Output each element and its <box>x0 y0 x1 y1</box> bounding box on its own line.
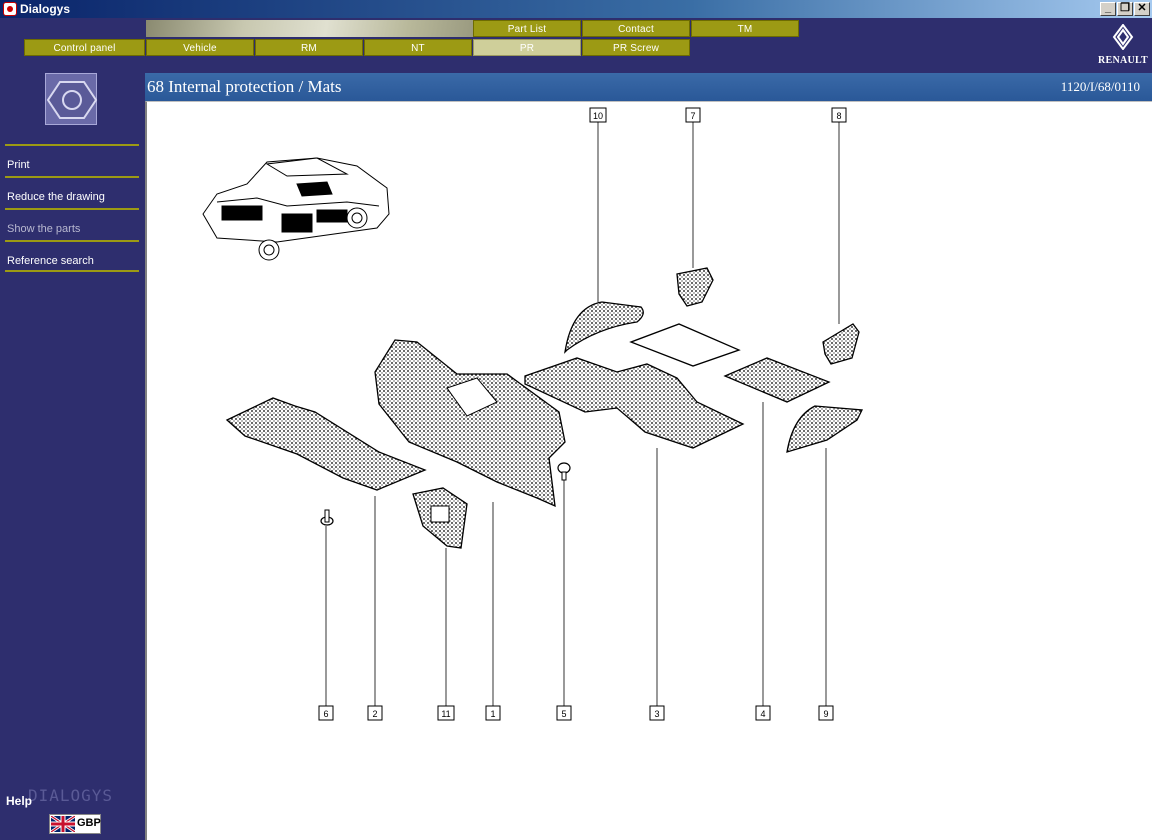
sidebar-divider <box>5 270 139 272</box>
svg-text:6: 6 <box>323 709 328 719</box>
svg-text:4: 4 <box>760 709 765 719</box>
nav-vehicle[interactable]: Vehicle <box>146 39 254 56</box>
sidebar-item-reference-search[interactable]: Reference search <box>5 240 139 272</box>
callout-5[interactable]: 5 <box>556 705 572 721</box>
nav-tm[interactable]: TM <box>691 20 799 37</box>
sidebar-item-print[interactable]: Print <box>5 144 139 176</box>
nav-pr-screw[interactable]: PR Screw <box>582 39 690 56</box>
drawing-reference: 1120/I/68/0110 <box>1060 79 1140 94</box>
part-1-shape <box>374 339 566 508</box>
currency-label: GBP <box>77 817 101 829</box>
callout-11[interactable]: 11 <box>437 705 455 721</box>
dialogys-watermark: DIALOGYS <box>28 786 114 805</box>
rear-floor-mat-shape <box>629 323 741 367</box>
renault-diamond-icon <box>1112 23 1134 51</box>
svg-text:1: 1 <box>490 709 495 719</box>
car-overview-thumbnail <box>202 157 390 261</box>
exploded-drawing: 10 7 8 6 2 11 1 5 3 4 9 <box>145 101 1152 840</box>
svg-text:10: 10 <box>593 111 603 121</box>
callout-9[interactable]: 9 <box>818 705 834 721</box>
nav-part-list[interactable]: Part List <box>473 20 581 37</box>
minimize-button[interactable]: _ <box>1100 2 1116 16</box>
language-currency-button[interactable]: GBP <box>49 814 101 834</box>
callout-1[interactable]: 1 <box>485 705 501 721</box>
page-title: 68 Internal protection / Mats <box>147 77 342 96</box>
page-header: 68 Internal protection / Mats 1120/I/68/… <box>145 73 1152 101</box>
nav-pr[interactable]: PR <box>473 39 581 56</box>
restore-button[interactable]: ❐ <box>1117 2 1133 16</box>
app-icon <box>3 2 17 16</box>
close-button[interactable]: ✕ <box>1134 2 1150 16</box>
callout-10[interactable]: 10 <box>589 107 607 123</box>
callout-3[interactable]: 3 <box>649 705 665 721</box>
uk-flag-icon <box>51 816 75 832</box>
callout-2[interactable]: 2 <box>367 705 383 721</box>
hex-nut-icon <box>45 73 98 125</box>
window-title: Dialogys <box>20 2 71 16</box>
part-4-shape <box>723 357 831 403</box>
part-6-clip <box>320 509 334 526</box>
nav-rm[interactable]: RM <box>255 39 363 56</box>
part-8-shape <box>822 323 860 365</box>
svg-text:7: 7 <box>690 111 695 121</box>
sidebar: Print Reduce the drawing Show the parts … <box>0 73 145 840</box>
callout-4[interactable]: 4 <box>755 705 771 721</box>
part-5-clip <box>557 462 571 481</box>
window-titlebar: Dialogys _ ❐ ✕ <box>0 0 1152 18</box>
help-link[interactable]: Help <box>6 794 32 808</box>
renault-wordmark: RENAULT <box>1097 55 1149 66</box>
svg-text:5: 5 <box>561 709 566 719</box>
sidebar-item-reduce-drawing[interactable]: Reduce the drawing <box>5 176 139 208</box>
svg-text:9: 9 <box>823 709 828 719</box>
callout-7[interactable]: 7 <box>685 107 701 123</box>
part-10-shape <box>564 301 644 354</box>
renault-logo: RENAULT <box>1096 23 1150 68</box>
callout-6[interactable]: 6 <box>318 705 334 721</box>
svg-text:3: 3 <box>654 709 659 719</box>
nav-contact[interactable]: Contact <box>582 20 690 37</box>
parts-drawing-svg: 10 7 8 6 2 11 1 5 3 4 9 <box>202 107 864 721</box>
svg-text:11: 11 <box>441 709 450 719</box>
nav-control-panel[interactable]: Control panel <box>24 39 145 56</box>
svg-text:2: 2 <box>372 709 377 719</box>
part-11-cutout <box>430 505 450 523</box>
svg-text:8: 8 <box>836 111 841 121</box>
nav-nt[interactable]: NT <box>364 39 472 56</box>
part-9-shape <box>786 405 864 453</box>
sidebar-item-show-parts[interactable]: Show the parts <box>5 208 139 240</box>
banner-strip <box>146 20 473 37</box>
part-7-shape <box>676 267 714 307</box>
callout-8[interactable]: 8 <box>831 107 847 123</box>
